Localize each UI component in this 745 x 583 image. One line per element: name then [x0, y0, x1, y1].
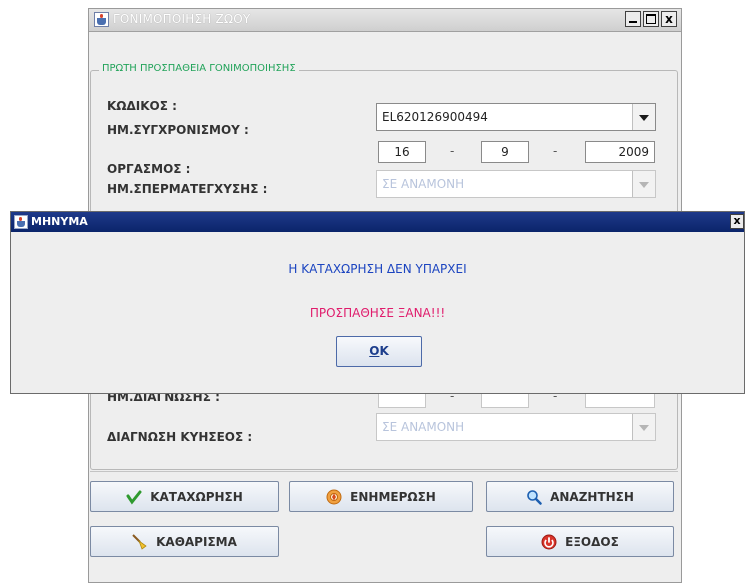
divider [90, 471, 678, 472]
chevron-down-icon[interactable] [632, 414, 655, 440]
sync-year-field[interactable]: 2009 [585, 141, 655, 163]
pregnancy-label: ΔΙΑΓΝΩΣΗ ΚΥΗΣΕΟΣ : [107, 430, 253, 444]
java-app-icon [94, 12, 109, 27]
ok-mnemonic: O [369, 344, 380, 358]
minimize-button[interactable] [625, 11, 641, 27]
search-button-label: ΑΝΑΖΗΤΗΣΗ [550, 489, 634, 504]
update-button[interactable]: ΕΝΗΜΕΡΩΣΗ [289, 481, 473, 512]
exit-button[interactable]: ΕΞΟΔΟΣ [486, 526, 674, 557]
window-title: ΓΟΝΙΜΟΠΟΙΗΣΗ ΖΩΟΥ [113, 12, 251, 26]
estrus-label: ΟΡΓΑΣΜΟΣ : [107, 162, 191, 176]
search-icon [526, 489, 542, 505]
chevron-down-icon[interactable] [632, 171, 655, 197]
message-dialog: ΜΗΝΥΜΑ x Η ΚΑΤΑΧΩΡΗΣΗ ΔΕΝ ΥΠΑΡΧΕΙ ΠΡΟΣΠΑ… [10, 211, 745, 394]
register-button[interactable]: ΚΑΤΑΧΩΡΗΣΗ [90, 481, 279, 512]
exit-button-label: ΕΞΟΔΟΣ [565, 534, 619, 549]
code-select-value: EL620126900494 [382, 110, 488, 124]
java-app-icon [14, 215, 28, 229]
code-select[interactable]: EL620126900494 [376, 103, 656, 131]
maximize-button[interactable] [643, 11, 659, 27]
clear-button-label: ΚΑΘΑΡΙΣΜΑ [156, 534, 237, 549]
pregnancy-select-value: ΣΕ ΑΝΑΜΟΝΗ [382, 420, 465, 434]
exit-icon [541, 534, 557, 550]
register-button-label: ΚΑΤΑΧΩΡΗΣΗ [150, 489, 243, 504]
window-titlebar[interactable]: ΓΟΝΙΜΟΠΟΙΗΣΗ ΖΩΟΥ x [89, 9, 681, 32]
sync-day-field[interactable]: 16 [378, 141, 426, 163]
update-button-label: ΕΝΗΜΕΡΩΣΗ [350, 489, 436, 504]
group-legend: ΠΡΩΤΗ ΠΡΟΣΠΑΘΕΙΑ ΓΟΝΙΜΟΠΟΙΗΣΗΣ [99, 63, 299, 74]
semen-select[interactable]: ΣΕ ΑΝΑΜΟΝΗ [376, 170, 656, 198]
pregnancy-select[interactable]: ΣΕ ΑΝΑΜΟΝΗ [376, 413, 656, 441]
checkmark-icon [126, 489, 142, 505]
clear-button[interactable]: ΚΑΘΑΡΙΣΜΑ [90, 526, 279, 557]
semen-select-value: ΣΕ ΑΝΑΜΟΝΗ [382, 177, 465, 191]
semen-date-label: ΗΜ.ΣΠΕΡΜΑΤΕΓΧΥΣΗΣ : [107, 182, 268, 196]
dialog-titlebar[interactable]: ΜΗΝΥΜΑ x [11, 212, 744, 232]
search-button[interactable]: ΑΝΑΖΗΤΗΣΗ [486, 481, 674, 512]
broom-icon [132, 533, 148, 550]
chevron-down-icon[interactable] [632, 104, 655, 130]
ok-button[interactable]: OK [336, 336, 422, 367]
date-separator: - [553, 144, 558, 158]
dialog-close-button[interactable]: x [730, 214, 744, 229]
refresh-icon [326, 489, 342, 505]
date-separator: - [450, 144, 455, 158]
sync-month-field[interactable]: 9 [481, 141, 529, 163]
dialog-message: Η ΚΑΤΑΧΩΡΗΣΗ ΔΕΝ ΥΠΑΡΧΕΙ [288, 262, 467, 276]
dialog-title: ΜΗΝΥΜΑ [31, 215, 88, 228]
close-button[interactable]: x [661, 11, 677, 27]
ok-label-rest: K [379, 344, 389, 358]
dialog-retry-message: ΠΡΟΣΠΑΘΗΣΕ ΞΑΝΑ!!! [309, 306, 446, 320]
code-label: ΚΩΔΙΚΟΣ : [107, 99, 177, 113]
sync-date-label: ΗΜ.ΣΥΓΧΡΟΝΙΣΜΟΥ : [107, 123, 249, 137]
